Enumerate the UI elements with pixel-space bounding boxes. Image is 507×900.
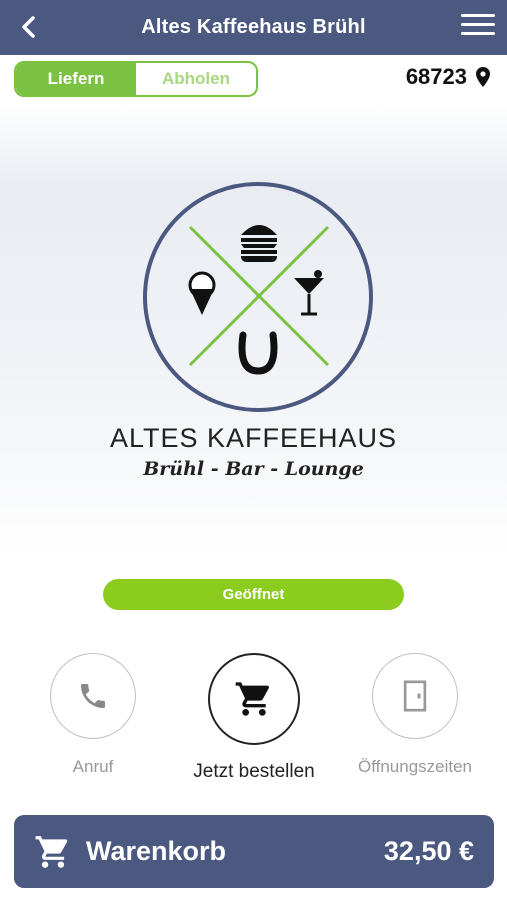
chevron-left-icon: [22, 16, 35, 38]
toggle-option-deliver[interactable]: Liefern: [16, 63, 136, 95]
order-now-label: Jetzt bestellen: [193, 761, 315, 782]
call-button[interactable]: [50, 653, 136, 739]
door-icon: [403, 680, 427, 712]
opening-hours-button[interactable]: [372, 653, 458, 739]
cart-label: Warenkorb: [86, 836, 227, 866]
back-button[interactable]: [14, 12, 44, 42]
cart-total: 32,50 €: [383, 836, 474, 866]
restaurant-logo: [143, 182, 373, 412]
ice-cream-icon: [188, 271, 216, 315]
shopping-cart-icon: [35, 835, 68, 868]
burger-icon: [241, 225, 277, 262]
shopping-cart-icon: [235, 682, 269, 716]
call-action: Anruf: [23, 653, 163, 777]
opening-hours-action: Öffnungszeiten: [345, 653, 485, 777]
logo-subtitle: Brühl - Bar - Lounge: [143, 458, 364, 480]
delivery-mode-toggle: Liefern Abholen: [14, 61, 258, 97]
location-indicator[interactable]: 68723: [406, 64, 491, 90]
top-bar: Altes Kaffeehaus Brühl: [0, 0, 507, 55]
call-label: Anruf: [72, 757, 114, 776]
logo-name: ALTES KAFFEEHAUS: [109, 423, 398, 453]
horseshoe-icon: [238, 331, 278, 375]
open-status-badge: Geöffnet: [103, 579, 404, 610]
order-action: Jetzt bestellen: [184, 653, 324, 783]
cart-button[interactable]: Warenkorb 32,50 €: [14, 815, 494, 888]
opening-hours-label: Öffnungszeiten: [357, 757, 473, 776]
hamburger-menu-icon: [461, 14, 495, 17]
zip-code: 68723: [405, 64, 467, 89]
phone-icon: [81, 684, 105, 708]
cocktail-icon: [294, 270, 324, 316]
toggle-option-pickup[interactable]: Abholen: [136, 63, 256, 95]
page-title: Altes Kaffeehaus Brühl: [141, 16, 366, 38]
restaurant-hero: ALTES KAFFEEHAUS Brühl - Bar - Lounge: [0, 105, 507, 555]
order-now-button[interactable]: [208, 653, 300, 745]
menu-button[interactable]: [461, 14, 495, 40]
location-pin-icon: [476, 67, 490, 87]
